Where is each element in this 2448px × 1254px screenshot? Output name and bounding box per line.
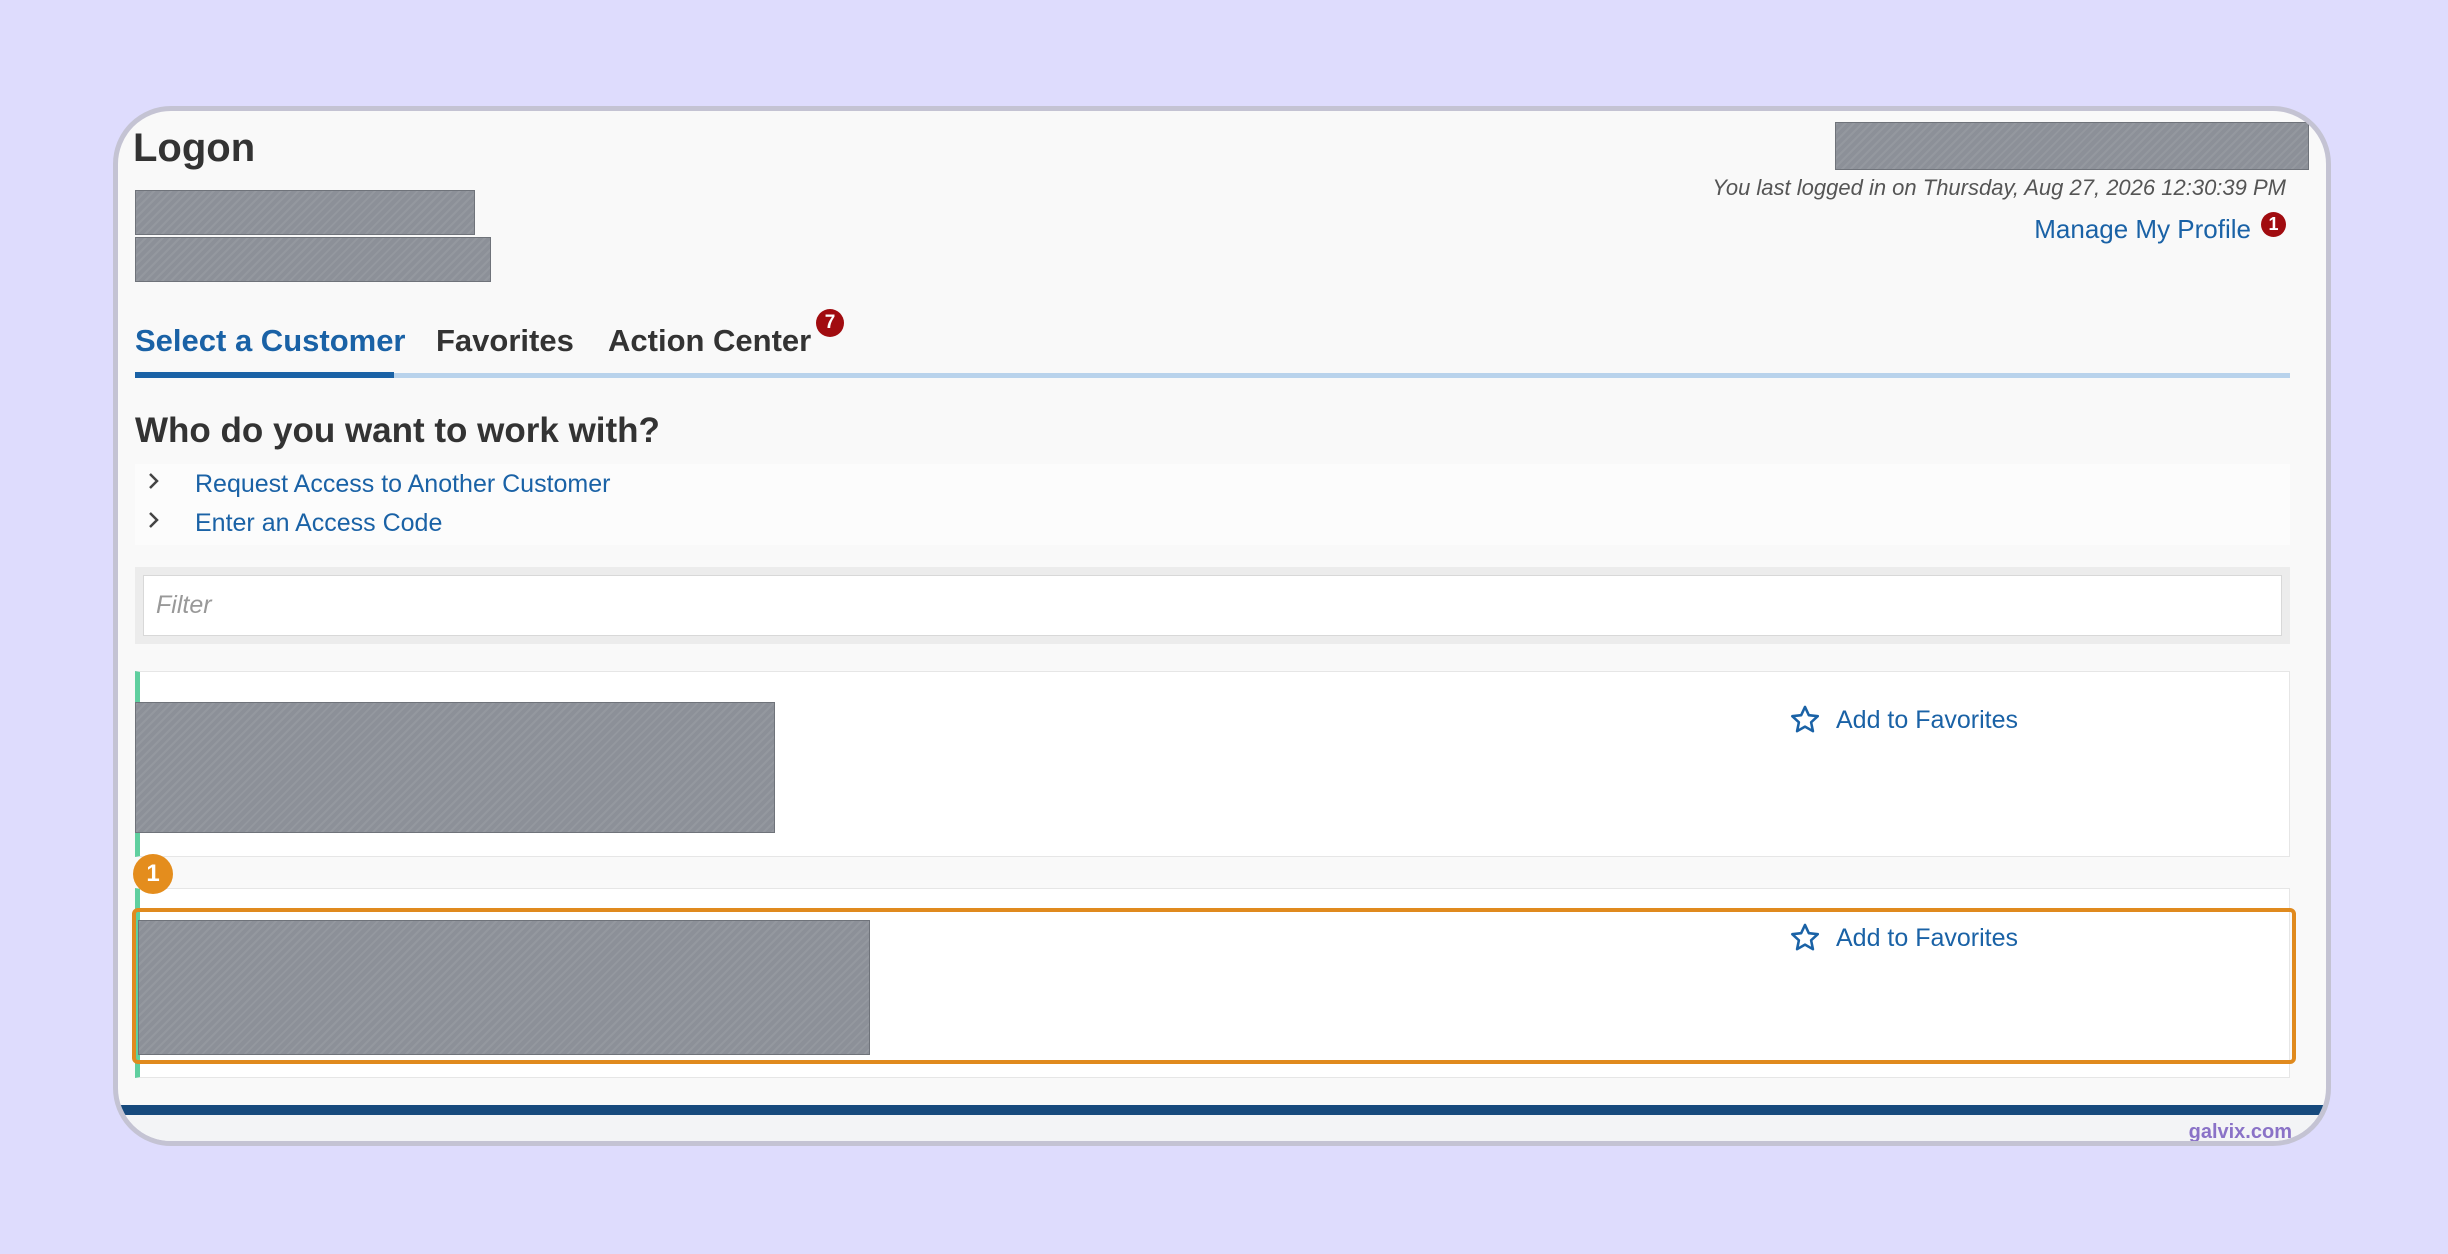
chevron-right-icon — [146, 509, 178, 537]
star-outline-icon — [1790, 705, 1820, 733]
chevron-right-icon — [146, 470, 178, 498]
tabs-divider — [135, 373, 2290, 378]
tab-select-a-customer[interactable]: Select a Customer — [135, 323, 406, 359]
app-window: Logon You last logged in on Thursday, Au… — [113, 106, 2331, 1146]
tab-favorites[interactable]: Favorites — [436, 323, 574, 359]
filter-input[interactable] — [143, 575, 2282, 636]
access-code-link[interactable]: Enter an Access Code — [195, 509, 442, 538]
footer-bar — [118, 1105, 2326, 1115]
add-to-favorites-label: Add to Favorites — [1836, 705, 2019, 734]
request-access-link[interactable]: Request Access to Another Customer — [195, 470, 611, 499]
tutorial-highlight — [132, 908, 2296, 1064]
profile-notification-badge: 1 — [2261, 212, 2286, 237]
page-title: Logon — [133, 126, 256, 170]
action-center-badge: 7 — [816, 309, 844, 337]
watermark: galvix.com — [2188, 1121, 2292, 1143]
active-tab-indicator — [135, 372, 394, 378]
redacted-customer-name — [135, 702, 775, 833]
redacted-user-name — [1835, 122, 2309, 170]
section-heading: Who do you want to work with? — [135, 411, 660, 450]
last-login-text: You last logged in on Thursday, Aug 27, … — [1712, 175, 2286, 200]
add-to-favorites-button[interactable]: Add to Favorites — [1788, 703, 2018, 737]
redacted-account-line-2 — [135, 237, 491, 282]
manage-profile-link[interactable]: Manage My Profile — [2034, 214, 2251, 245]
filter-container — [135, 567, 2290, 644]
tutorial-step-badge: 1 — [133, 854, 173, 894]
access-code-expander[interactable]: Enter an Access Code — [146, 503, 442, 543]
tab-action-center[interactable]: Action Center — [608, 323, 811, 359]
redacted-account-line-1 — [135, 190, 475, 235]
footer — [118, 1115, 2326, 1141]
request-access-expander[interactable]: Request Access to Another Customer — [146, 464, 611, 504]
